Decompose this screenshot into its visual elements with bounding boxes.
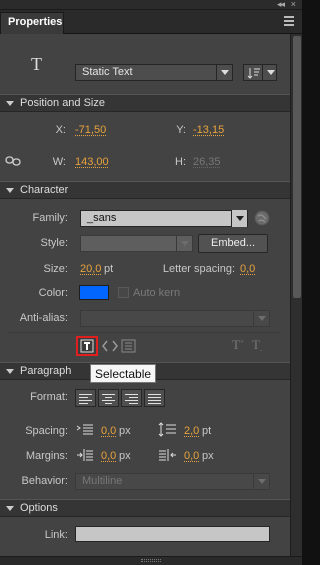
y-label: Y: xyxy=(176,124,186,136)
style-label: Style: xyxy=(40,237,68,249)
size-label: Size: xyxy=(43,263,68,275)
align-right-button[interactable] xyxy=(121,389,142,407)
panel-menu-icon[interactable] xyxy=(284,16,294,26)
anti-alias-dropdown xyxy=(80,310,270,327)
chevron-down-icon xyxy=(253,310,269,327)
align-center-button[interactable] xyxy=(98,389,119,407)
x-label: X: xyxy=(55,124,66,136)
expand-triangle-icon xyxy=(6,369,14,374)
behavior-dropdown: Multiline xyxy=(75,473,270,490)
link-input[interactable] xyxy=(75,526,270,542)
chevron-down-icon xyxy=(231,210,247,227)
line-spacing-value[interactable]: 2,0 xyxy=(184,425,199,437)
panel-tab-bar: Properties xyxy=(0,10,302,34)
expand-triangle-icon xyxy=(6,506,14,511)
close-panel-icon[interactable]: × xyxy=(291,0,296,9)
line-spacing-unit: pt xyxy=(202,425,212,437)
auto-kern-label: Auto kern xyxy=(133,287,181,299)
right-margin-value[interactable]: 0,0 xyxy=(184,450,199,462)
justify-button[interactable] xyxy=(144,389,165,407)
panel-resize-grip[interactable] xyxy=(0,556,302,565)
section-header-character[interactable]: Character xyxy=(0,181,290,199)
left-margin-unit: px xyxy=(119,450,131,462)
auto-kern-checkbox xyxy=(118,287,129,298)
section-title: Position and Size xyxy=(20,97,105,109)
w-label: W: xyxy=(52,156,66,168)
link-label: Link: xyxy=(44,529,68,541)
font-size-value[interactable]: 20,0 xyxy=(80,263,101,275)
chain-link-icon[interactable] xyxy=(5,154,21,168)
properties-panel-content: T Static Text Position and Size X: -71,5… xyxy=(0,34,290,556)
tab-properties[interactable]: Properties xyxy=(0,12,64,34)
margins-label: Margins: xyxy=(25,450,68,462)
chevron-down-icon xyxy=(216,64,232,81)
font-style-dropdown xyxy=(80,235,193,252)
collapse-panel-icon[interactable]: ◂◂ xyxy=(277,0,285,10)
anti-alias-label: Anti-alias: xyxy=(19,312,68,324)
separator xyxy=(8,332,280,333)
text-orientation-icon xyxy=(247,68,260,79)
section-header-options[interactable]: Options xyxy=(0,499,290,517)
y-value[interactable]: -13,15 xyxy=(193,124,224,136)
superscript-icon: T+ xyxy=(232,337,244,352)
expand-triangle-icon xyxy=(6,101,14,106)
chevron-down-icon xyxy=(253,473,269,490)
section-title: Options xyxy=(20,502,58,514)
indent-unit: px xyxy=(119,425,131,437)
show-border-icon[interactable] xyxy=(121,338,137,354)
indent-value[interactable]: 0,0 xyxy=(101,425,116,437)
behavior-label: Behavior: xyxy=(21,475,68,487)
selectable-tooltip: Selectable xyxy=(90,364,157,383)
vertical-scrollbar[interactable] xyxy=(290,34,302,556)
family-label: Family: xyxy=(32,212,68,224)
chevron-down-icon xyxy=(176,235,192,252)
text-type-value: Static Text xyxy=(82,66,133,78)
right-margin-icon xyxy=(159,449,176,461)
selectable-text-icon xyxy=(80,339,94,353)
chevron-down-icon xyxy=(262,64,276,81)
text-tool-icon: T xyxy=(31,54,42,74)
h-label: H: xyxy=(175,156,186,168)
section-title: Character xyxy=(20,184,69,196)
behavior-value: Multiline xyxy=(82,475,123,487)
indent-icon xyxy=(76,424,93,435)
html-render-icon[interactable] xyxy=(101,338,119,354)
selectable-button[interactable] xyxy=(76,336,98,356)
letter-spacing-value[interactable]: 0,0 xyxy=(240,263,255,275)
spacing-label: Spacing: xyxy=(25,425,68,437)
link-input-value xyxy=(76,527,80,539)
section-title: Paragraph xyxy=(20,365,72,377)
scrollbar-thumb[interactable] xyxy=(293,36,301,298)
right-margin-unit: px xyxy=(202,450,214,462)
align-left-button[interactable] xyxy=(75,389,96,407)
h-value: 26,35 xyxy=(193,156,221,168)
w-value[interactable]: 143,00 xyxy=(75,156,109,168)
panel-top-strip: ◂◂ × xyxy=(0,0,302,10)
font-family-value: _sans xyxy=(87,212,117,224)
font-size-unit: pt xyxy=(104,263,114,275)
section-header-position-size[interactable]: Position and Size xyxy=(0,94,290,112)
text-color-swatch[interactable] xyxy=(79,285,109,300)
font-family-dropdown[interactable]: _sans xyxy=(80,210,248,227)
embed-button[interactable]: Embed... xyxy=(198,234,268,253)
color-label: Color: xyxy=(38,287,68,299)
format-label: Format: xyxy=(30,391,68,403)
expand-triangle-icon xyxy=(6,188,14,193)
left-margin-value[interactable]: 0,0 xyxy=(101,450,116,462)
globe-icon[interactable] xyxy=(254,210,270,226)
left-margin-icon xyxy=(77,449,93,461)
line-spacing-icon xyxy=(158,422,176,437)
letter-spacing-label: Letter spacing: xyxy=(162,263,235,275)
text-orientation-dropdown[interactable] xyxy=(243,64,277,81)
x-value[interactable]: -71,50 xyxy=(75,124,106,136)
subscript-icon: T- xyxy=(252,337,263,355)
text-type-dropdown[interactable]: Static Text xyxy=(75,64,233,81)
